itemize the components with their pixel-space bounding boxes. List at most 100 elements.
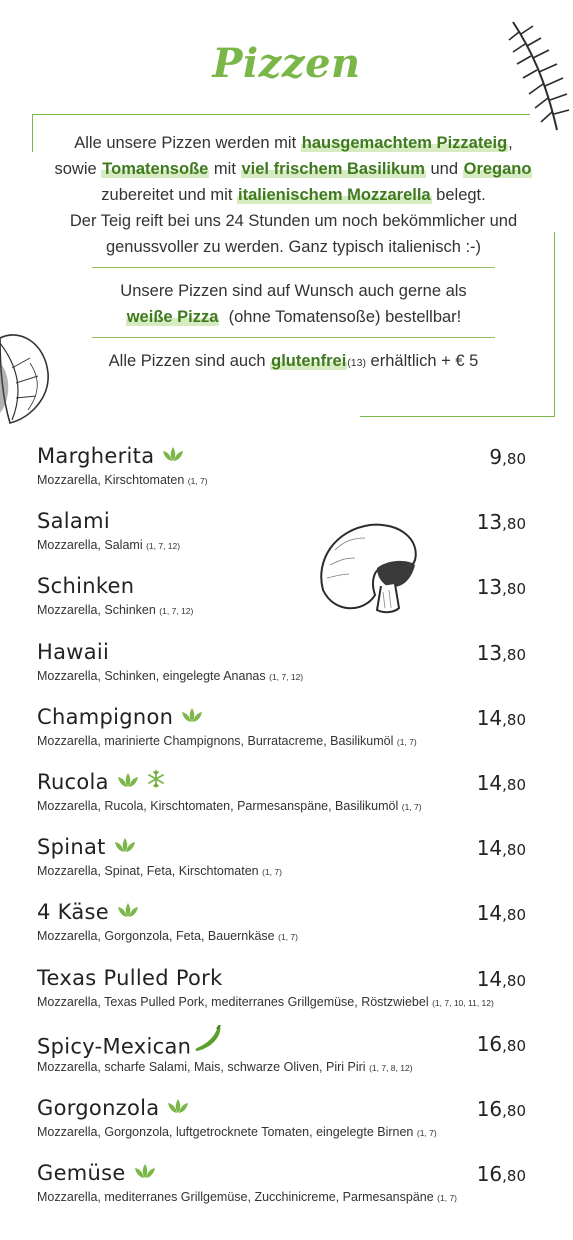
info-box: Alle unsere Pizzen werden mit hausgemach…: [32, 114, 555, 417]
frame-corner: [540, 402, 555, 417]
menu-item: 4 Käse 14,80 Mozzarella, Gorgonzola, Feta,…: [37, 896, 557, 946]
allergen-codes: (1, 7, 10, 11, 12): [432, 997, 494, 1008]
divider: [92, 337, 495, 338]
menu-item: Salami 13,80 Mozzarella, Salami (1, 7, 12): [37, 505, 557, 555]
highlight: viel frischem Basilikum: [240, 160, 426, 178]
text: mit: [209, 160, 241, 178]
menu-item: Gemüse 16,80 Mozzarella, mediterranes Gril…: [37, 1157, 557, 1207]
item-price: 9,80: [489, 445, 526, 469]
highlight: hausgemachtem Pizzateig: [300, 134, 509, 152]
menu-item: Texas Pulled Pork 14,80 Mozzarella, Texas …: [37, 962, 557, 1012]
price-euros: 14: [476, 705, 503, 730]
price-cents: ,80: [502, 580, 526, 599]
description-text: Mozzarella, mediterranes Grillgemüse, Zu…: [37, 1190, 434, 1205]
leaf-icon: [134, 1160, 156, 1184]
price-euros: 14: [476, 901, 503, 926]
item-name: Texas Pulled Pork: [37, 966, 223, 990]
description-text: Mozzarella, Gorgonzola, luftgetrocknete …: [37, 1125, 414, 1139]
description-text: Mozzarella, Spinat, Feta, Kirschtomaten: [37, 864, 259, 879]
text: (ohne Tomatensoße) bestellbar!: [228, 308, 462, 326]
item-name: Salami: [37, 509, 110, 533]
frame-line: [32, 128, 33, 152]
item-name-text: Champignon: [37, 704, 174, 729]
allergen-codes: (1, 7, 12): [269, 671, 304, 682]
info-line: zubereitet und mit italienischem Mozzare…: [42, 182, 545, 208]
description-text: Mozzarella, Kirschtomaten: [37, 473, 185, 487]
price-euros: 14: [476, 966, 503, 991]
info-line: weiße Pizza (ohne Tomatensoße) bestellba…: [42, 304, 545, 330]
price-euros: 13: [476, 510, 503, 535]
highlight: Oregano: [462, 160, 533, 178]
info-text: Alle unsere Pizzen werden mit hausgemach…: [42, 130, 545, 376]
price-cents: ,80: [502, 1102, 526, 1120]
allergen-codes: (1, 7): [278, 932, 298, 943]
item-price: 13,80: [477, 641, 526, 665]
snowflake-icon: [147, 769, 165, 793]
price-euros: 14: [476, 836, 503, 861]
leaf-icon: [167, 1095, 189, 1119]
chili-icon: [193, 1024, 223, 1058]
item-price: 14,80: [477, 901, 526, 925]
menu-item: Hawaii 13,80 Mozzarella, Schinken, eingele…: [37, 636, 557, 686]
text: belegt.: [431, 186, 486, 204]
frame-line: [554, 232, 555, 403]
description-text: Mozzarella, Rucola, Kirschtomaten, Parme…: [37, 799, 399, 813]
allergen-codes: (1, 7, 8, 12): [369, 1062, 413, 1073]
allergen-codes: (1, 7): [416, 1128, 437, 1138]
item-price: 14,80: [477, 771, 526, 795]
text: und: [425, 160, 463, 178]
leaf-icon: [114, 834, 136, 858]
description-text: Mozzarella, scharfe Salami, Mais, schwar…: [37, 1059, 366, 1074]
menu-item: Spinat 14,80 Mozzarella, Spinat, Feta, Kir…: [37, 831, 557, 881]
price-cents: ,80: [502, 515, 526, 534]
menu-item: Champignon 14,80 Mozzarella, marinierte Ch…: [37, 701, 557, 751]
leaf-icon: [181, 704, 203, 728]
menu-item: Gorgonzola 16,80 Mozzarella, Gorgonzola, l…: [37, 1092, 557, 1142]
info-line: Alle Pizzen sind auch glutenfrei(13) erh…: [42, 348, 545, 376]
text: Alle unsere Pizzen werden mit: [74, 134, 301, 152]
price-cents: ,80: [502, 1167, 526, 1186]
item-description: Mozzarella, Schinken, eingelegte Ananas …: [37, 669, 303, 683]
item-name: Spinat: [37, 835, 136, 860]
price-euros: 16: [476, 1031, 503, 1056]
price-cents: ,80: [502, 776, 526, 794]
price-cents: ,80: [502, 971, 526, 990]
leaf-icon: [162, 443, 184, 467]
item-name-text: Salami: [37, 509, 110, 534]
divider: [92, 267, 495, 268]
item-name-text: Margherita: [37, 444, 155, 468]
item-description: Mozzarella, Schinken (1, 7, 12): [37, 603, 193, 617]
price-euros: 9: [489, 445, 503, 469]
item-name-text: Spinat: [37, 835, 106, 860]
item-description: Mozzarella, Salami (1, 7, 12): [37, 538, 180, 552]
description-text: Mozzarella, Schinken, eingelegte Ananas: [37, 668, 266, 683]
text: sowie: [54, 160, 102, 178]
info-line: Unsere Pizzen sind auf Wunsch auch gerne…: [120, 282, 467, 300]
price-cents: ,80: [502, 906, 526, 925]
leaf-icon: [117, 769, 139, 793]
allergen-codes: (1, 7, 12): [159, 606, 194, 617]
item-name-text: Rucola: [37, 770, 109, 794]
item-description: Mozzarella, Rucola, Kirschtomaten, Parme…: [37, 799, 422, 813]
item-price: 13,80: [477, 575, 526, 599]
allergen-codes: (1, 7, 12): [146, 541, 181, 552]
item-name: Hawaii: [37, 640, 109, 664]
description-text: Mozzarella, Texas Pulled Pork, mediterra…: [37, 994, 429, 1009]
highlight: italienischem Mozzarella: [237, 186, 432, 204]
description-text: Mozzarella, Schinken: [37, 603, 156, 618]
text: zubereitet und mit: [101, 186, 238, 204]
item-price: 16,80: [477, 1162, 526, 1186]
highlight: weiße Pizza: [125, 308, 220, 326]
info-line: sowie Tomatensoße mit viel frischem Basi…: [42, 156, 545, 182]
price-cents: ,80: [502, 710, 526, 729]
item-name: 4 Käse: [37, 900, 139, 925]
item-price: 14,80: [477, 836, 526, 860]
frame-line: [360, 416, 541, 417]
item-description: Mozzarella, Spinat, Feta, Kirschtomaten …: [37, 864, 282, 878]
item-price: 16,80: [477, 1032, 526, 1056]
item-price: 13,80: [477, 510, 526, 534]
item-description: Mozzarella, scharfe Salami, Mais, schwar…: [37, 1060, 413, 1074]
allergen-codes: (1, 7): [401, 802, 422, 812]
menu-item: Schinken 13,80 Mozzarella, Schinken (1, 7,…: [37, 570, 557, 620]
price-euros: 16: [476, 1162, 503, 1187]
